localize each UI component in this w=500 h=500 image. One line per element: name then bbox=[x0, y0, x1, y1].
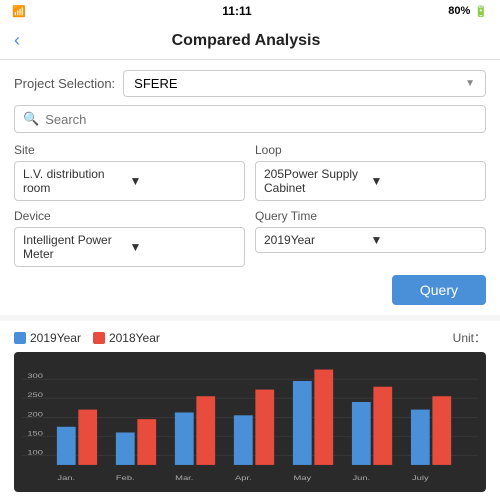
device-label: Device bbox=[14, 209, 245, 223]
project-row: Project Selection: SFERE ▼ bbox=[14, 70, 486, 97]
form-area: Project Selection: SFERE ▼ 🔍 Site L.V. d… bbox=[0, 60, 500, 315]
chevron-down-icon: ▼ bbox=[371, 174, 478, 188]
svg-text:150: 150 bbox=[27, 430, 43, 437]
svg-text:Jun.: Jun. bbox=[352, 474, 370, 481]
signal-icon: 📶 bbox=[12, 5, 26, 18]
bar-chart: 300 250 200 150 100 Jan. Feb. Mar. bbox=[14, 352, 486, 492]
device-field: Device Intelligent Power Meter ▼ bbox=[14, 209, 245, 267]
chevron-down-icon: ▼ bbox=[130, 174, 237, 188]
querytime-label: Query Time bbox=[255, 209, 486, 223]
site-label: Site bbox=[14, 143, 245, 157]
status-time: 11:11 bbox=[222, 4, 251, 18]
app-header: ‹ Compared Analysis bbox=[0, 22, 500, 60]
battery-label: 80% bbox=[448, 5, 470, 17]
chevron-down-icon: ▼ bbox=[130, 240, 237, 254]
loop-value: 205Power Supply Cabinet bbox=[264, 167, 371, 195]
svg-text:250: 250 bbox=[27, 391, 43, 398]
legend-2019-label: 2019Year bbox=[30, 331, 81, 345]
page-title: Compared Analysis bbox=[30, 32, 462, 50]
svg-text:Mar.: Mar. bbox=[175, 474, 193, 481]
svg-text:300: 300 bbox=[27, 372, 43, 379]
querytime-select[interactable]: 2019Year ▼ bbox=[255, 227, 486, 253]
site-value: L.V. distribution room bbox=[23, 167, 130, 195]
device-value: Intelligent Power Meter bbox=[23, 233, 130, 261]
svg-text:Apr.: Apr. bbox=[235, 474, 252, 481]
loop-label: Loop bbox=[255, 143, 486, 157]
svg-text:May: May bbox=[293, 474, 312, 481]
query-btn-row: Query bbox=[14, 275, 486, 305]
querytime-value: 2019Year bbox=[264, 233, 371, 247]
unit-label: Unit： bbox=[453, 329, 486, 346]
chart-svg: 300 250 200 150 100 Jan. Feb. Mar. bbox=[22, 360, 478, 484]
status-bar: 📶 11:11 80% 🔋 bbox=[0, 0, 500, 22]
legend-2019-dot bbox=[14, 332, 26, 344]
device-select[interactable]: Intelligent Power Meter ▼ bbox=[14, 227, 245, 267]
site-field: Site L.V. distribution room ▼ bbox=[14, 143, 245, 201]
loop-select[interactable]: 205Power Supply Cabinet ▼ bbox=[255, 161, 486, 201]
project-value: SFERE bbox=[134, 76, 177, 91]
querytime-field: Query Time 2019Year ▼ bbox=[255, 209, 486, 267]
svg-text:100: 100 bbox=[27, 449, 43, 456]
svg-text:Feb.: Feb. bbox=[116, 474, 135, 481]
search-icon: 🔍 bbox=[23, 111, 39, 127]
site-select[interactable]: L.V. distribution room ▼ bbox=[14, 161, 245, 201]
battery-area: 80% 🔋 bbox=[448, 5, 488, 18]
back-button[interactable]: ‹ bbox=[14, 30, 20, 51]
site-loop-row: Site L.V. distribution room ▼ Loop 205Po… bbox=[14, 143, 486, 201]
legend-2018: 2018Year bbox=[93, 331, 160, 345]
legend-2019: 2019Year bbox=[14, 331, 81, 345]
device-querytime-row: Device Intelligent Power Meter ▼ Query T… bbox=[14, 209, 486, 267]
search-input[interactable] bbox=[45, 112, 477, 127]
signal-area: 📶 bbox=[12, 5, 26, 18]
svg-text:200: 200 bbox=[27, 411, 43, 418]
loop-field: Loop 205Power Supply Cabinet ▼ bbox=[255, 143, 486, 201]
chart-section: 2019Year 2018Year Unit： 300 250 200 150 bbox=[0, 321, 500, 500]
chevron-down-icon: ▼ bbox=[371, 233, 478, 247]
project-label: Project Selection: bbox=[14, 76, 115, 91]
legend-2018-dot bbox=[93, 332, 105, 344]
query-button[interactable]: Query bbox=[392, 275, 486, 305]
legend-2018-label: 2018Year bbox=[109, 331, 160, 345]
search-box: 🔍 bbox=[14, 105, 486, 133]
main-container: ‹ Compared Analysis Project Selection: S… bbox=[0, 22, 500, 500]
svg-text:Jan.: Jan. bbox=[57, 474, 75, 481]
legend-row: 2019Year 2018Year Unit： bbox=[14, 329, 486, 346]
project-select[interactable]: SFERE ▼ bbox=[123, 70, 486, 97]
chevron-down-icon: ▼ bbox=[465, 78, 475, 89]
battery-icon: 🔋 bbox=[474, 5, 488, 18]
svg-text:July: July bbox=[412, 474, 430, 481]
